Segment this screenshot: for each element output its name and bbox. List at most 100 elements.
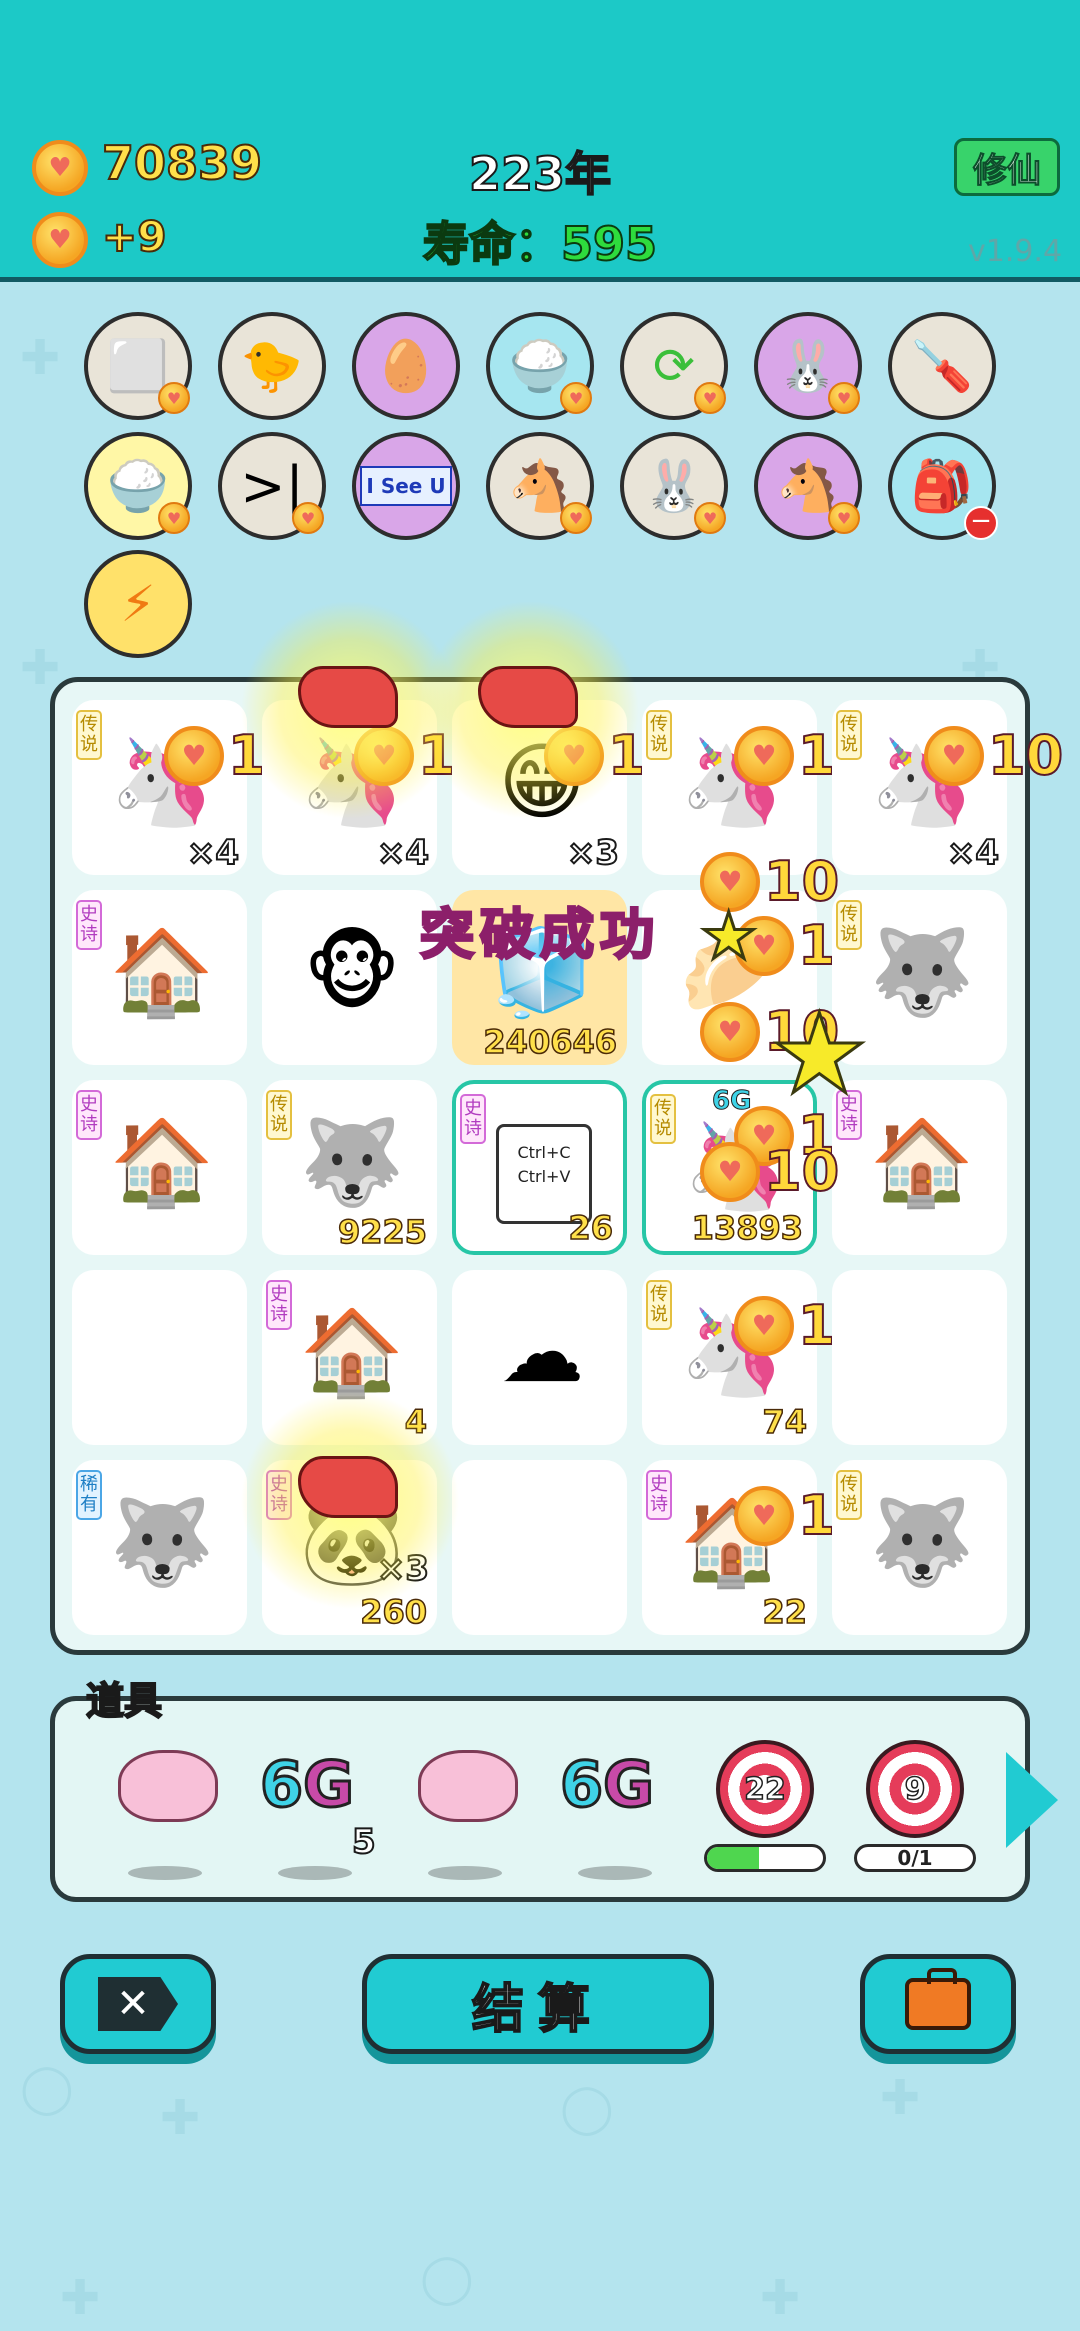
board-cell[interactable] — [452, 1460, 627, 1635]
settle-label: 结算 — [471, 1979, 604, 2041]
gold-coin-icon: ♥ — [700, 1001, 760, 1062]
lightning-icon[interactable]: ⚡ — [84, 550, 192, 658]
board-cell[interactable]: Ctrl+C Ctrl+V 史诗 26 — [452, 1080, 627, 1255]
mini-coin-icon: ♥ — [828, 502, 860, 534]
star-icon: ★ — [698, 899, 758, 976]
rarity-tag: 传说 — [646, 1280, 672, 1330]
bunny-icon[interactable]: 🐰 ♥ — [754, 312, 862, 420]
rarity-tag: 史诗 — [76, 1090, 102, 1140]
target-icon: 22 — [716, 1740, 814, 1838]
mini-coin-icon: ♥ — [694, 382, 726, 414]
star-icon: ★ — [769, 989, 871, 1120]
briefcase-handle — [927, 1968, 957, 1984]
cell-count: 240646 — [483, 1022, 618, 1062]
rarity-tag: 史诗 — [76, 900, 102, 950]
mini-coin-icon: ♥ — [694, 502, 726, 534]
rarity-tag: 史诗 — [646, 1470, 672, 1520]
screwdriver-icon[interactable]: 🪛 — [888, 312, 996, 420]
horses-icon[interactable]: 🐴 ♥ — [754, 432, 862, 540]
cultivate-button[interactable]: 修仙 — [954, 138, 1060, 196]
refresh-icon[interactable]: ⟳ ♥ — [620, 312, 728, 420]
rarity-tag: 传说 — [836, 900, 862, 950]
rice-bowl-icon[interactable]: 🍚 ♥ — [486, 312, 594, 420]
progress-fill — [707, 1847, 760, 1869]
6g-icon: 6G — [558, 1747, 655, 1823]
6g-item-count: 5 — [351, 1821, 377, 1863]
gold-coin-icon: ♥ — [164, 725, 224, 786]
cell-multiplier: ×4 — [186, 832, 240, 874]
6g-item[interactable]: 6G — [550, 1740, 680, 1890]
bag-icon[interactable]: 🎒 − — [888, 432, 998, 540]
i-see-u-icon[interactable]: I See U — [352, 432, 460, 540]
settle-button[interactable]: 结算 — [362, 1954, 714, 2054]
board-cell[interactable] — [832, 1270, 1007, 1445]
chick-egg-icon[interactable]: 🐤 — [218, 312, 326, 420]
piggy-bank-icon — [118, 1750, 218, 1822]
bunny-house-icon: 🏠 — [109, 922, 215, 1021]
husky-icon: 🐺 — [109, 1492, 215, 1591]
cell-multiplier: ×4 — [946, 832, 1000, 874]
next-arrow-icon[interactable] — [1006, 1752, 1058, 1848]
rarity-tag: 传说 — [646, 710, 672, 760]
gold-coin-icon: ♥ — [700, 1141, 760, 1202]
lifespan: 寿命：595 — [422, 216, 658, 272]
mini-coin-icon: ♥ — [560, 502, 592, 534]
cell-count: 22 — [762, 1592, 808, 1632]
board-cell[interactable] — [72, 1270, 247, 1445]
cell-count: 13893 — [691, 1208, 804, 1248]
cell-count: 9225 — [337, 1212, 428, 1252]
board-cell[interactable]: 🐺 传说 — [832, 1460, 1007, 1635]
gold-gain-popup: ♥10 — [924, 723, 1064, 788]
horses-icon[interactable]: 🐴 ♥ — [486, 432, 594, 540]
liver-icon — [478, 666, 578, 728]
husky-icon: 🐺 — [869, 1492, 975, 1591]
gold-coin-icon: ♥ — [32, 140, 88, 196]
target-progress-bar — [704, 1844, 826, 1872]
i-see-u-label: I See U — [360, 466, 452, 506]
gold-coin-icon: ♥ — [734, 725, 794, 786]
target-item[interactable]: 9 0/1 — [850, 1740, 980, 1890]
mini-coin-icon: ♥ — [158, 502, 190, 534]
cloud-icon: ☁ — [500, 1303, 584, 1401]
items-title: 道具 — [85, 1678, 163, 1724]
gain-amount: 10 — [987, 723, 1064, 788]
liver-icon — [298, 1456, 398, 1518]
board-cell[interactable]: 🐺 传说 9225 — [262, 1080, 437, 1255]
target-item[interactable]: 22 — [700, 1740, 830, 1890]
board-cell[interactable]: 🐵 — [262, 890, 437, 1065]
bunny-icon[interactable]: 🐰 ♥ — [620, 432, 728, 540]
skip-icon[interactable]: >| ♥ — [218, 432, 326, 540]
target-progress-bar: 0/1 — [854, 1844, 976, 1872]
close-icon: ✕ — [98, 1977, 178, 2031]
rarity-tag: 史诗 — [266, 1280, 292, 1330]
liver-icon — [298, 666, 398, 728]
piggy-bank-icon — [418, 1750, 518, 1822]
cell-multiplier: ×4 — [376, 832, 430, 874]
6g-item[interactable]: 6G — [250, 1740, 380, 1890]
rarity-tag: 传说 — [76, 710, 102, 760]
piggy-bank-item[interactable] — [100, 1740, 230, 1890]
mini-coin-icon: ♥ — [828, 382, 860, 414]
cell-multiplier: ×3 — [566, 832, 620, 874]
close-button[interactable]: ✕ — [60, 1954, 216, 2054]
board-cell[interactable]: ☁ — [452, 1270, 627, 1445]
board-cell[interactable]: 🐺 稀有 — [72, 1460, 247, 1635]
top-status-bar: ♥ 70839 ♥ +9 223年 寿命：595 修仙 v1.9.4 — [0, 0, 1080, 282]
gold-coin-icon: ♥ — [924, 725, 984, 786]
board-cell[interactable]: 🏠 史诗 — [72, 1080, 247, 1255]
gold-coin-icon: ♥ — [734, 1295, 794, 1356]
cell-count: 74 — [762, 1402, 808, 1442]
piggy-bank-item[interactable] — [400, 1740, 530, 1890]
gain-amount: 10 — [763, 849, 840, 914]
briefcase-button[interactable] — [860, 1954, 1016, 2054]
egg-face-icon[interactable]: 🥚 — [352, 312, 460, 420]
6g-icon: 6G — [258, 1747, 355, 1823]
husky-icon: 🐺 — [869, 922, 975, 1021]
rarity-tag: 传说 — [650, 1094, 676, 1144]
rice-bowl-icon[interactable]: 🍚 ♥ — [84, 432, 192, 540]
board-cell[interactable]: 🏠 史诗 — [72, 890, 247, 1065]
sugar-cubes-icon[interactable]: ⬜ ♥ — [84, 312, 192, 420]
breakthrough-banner: 突破成功 — [419, 902, 660, 968]
gold-amount: 70839 — [101, 135, 263, 191]
remove-badge-icon[interactable]: − — [964, 506, 998, 540]
